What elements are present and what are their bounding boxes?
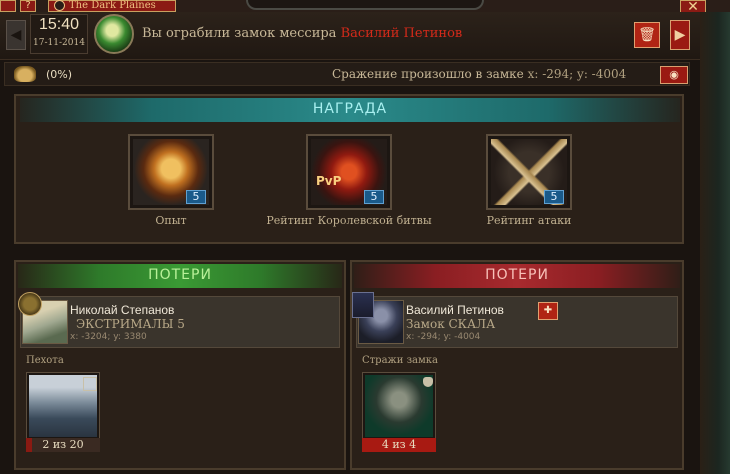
menu-button[interactable] — [0, 0, 16, 12]
crest-icon — [352, 292, 374, 318]
loot-percent: (0%) — [46, 68, 73, 81]
attacker-clan[interactable]: ЭКСТРИМАЛЫ 5 — [76, 317, 185, 331]
message-prefix: Вы ограбили замок мессира — [142, 26, 337, 41]
battle-coords: x: -294; y: -4004 — [527, 67, 627, 81]
defender-coords: x: -294; y: -4004 — [406, 332, 481, 342]
reward-label: Опыт — [155, 214, 187, 227]
next-message-button[interactable]: ▶ — [670, 20, 690, 50]
map-edge — [700, 12, 730, 474]
unit-section-label: Стражи замка — [362, 355, 438, 366]
defender-clan[interactable]: Замок СКАЛА — [406, 317, 495, 331]
prev-message-button[interactable]: ◀ — [6, 20, 26, 50]
defender-card[interactable] — [356, 296, 678, 348]
attacker-name[interactable]: Николай Степанов — [70, 303, 174, 317]
shield-icon — [18, 292, 42, 316]
reward-value: 5 — [186, 190, 206, 204]
reward-value: 5 — [544, 190, 564, 204]
pin-icon: ✚ — [543, 305, 553, 316]
pvp-badge-text: PvP — [316, 174, 342, 188]
shield-icon — [423, 377, 433, 387]
globe-icon — [54, 0, 65, 11]
trash-icon: 🗑 — [638, 27, 656, 43]
target-player-link[interactable]: Василий Петинов — [341, 26, 463, 41]
reward-label: Рейтинг атаки — [486, 214, 572, 227]
help-button[interactable]: ? — [20, 0, 36, 12]
pin-button[interactable]: ✚ — [538, 302, 558, 320]
message-date: 17-11-2014 — [33, 38, 85, 48]
defender-name[interactable]: Василий Петинов — [406, 303, 504, 317]
defender-losses-title: ПОТЕРИ — [485, 267, 549, 283]
reward-label: Рейтинг Королевской битвы — [266, 214, 432, 227]
attacker-losses-title: ПОТЕРИ — [148, 267, 212, 283]
battle-text: Сражение произошло в замке — [332, 67, 524, 81]
reward-title: НАГРАДА — [312, 101, 388, 117]
sword-icon — [83, 377, 97, 391]
unit-count: 4 из 4 — [362, 438, 436, 452]
message-time: 15:40 — [38, 16, 80, 33]
realm-tab[interactable]: The Dark Plaines — [48, 0, 176, 12]
reward-value: 5 — [364, 190, 384, 204]
robbery-icon — [94, 14, 134, 54]
view-button[interactable]: ◉ — [660, 66, 688, 84]
battle-location: Сражение произошло в замке x: -294; y: -… — [332, 67, 626, 81]
delete-button[interactable]: 🗑 — [634, 22, 660, 48]
attacker-coords: x: -3204; y: 3380 — [70, 332, 147, 342]
unit-section-label: Пехота — [26, 355, 64, 366]
top-frame — [246, 0, 484, 10]
message-subject: Вы ограбили замок мессира Василий Петино… — [142, 26, 462, 41]
eye-icon: ◉ — [669, 68, 679, 81]
money-bag-icon — [14, 66, 36, 82]
unit-count: 2 из 20 — [26, 438, 100, 452]
